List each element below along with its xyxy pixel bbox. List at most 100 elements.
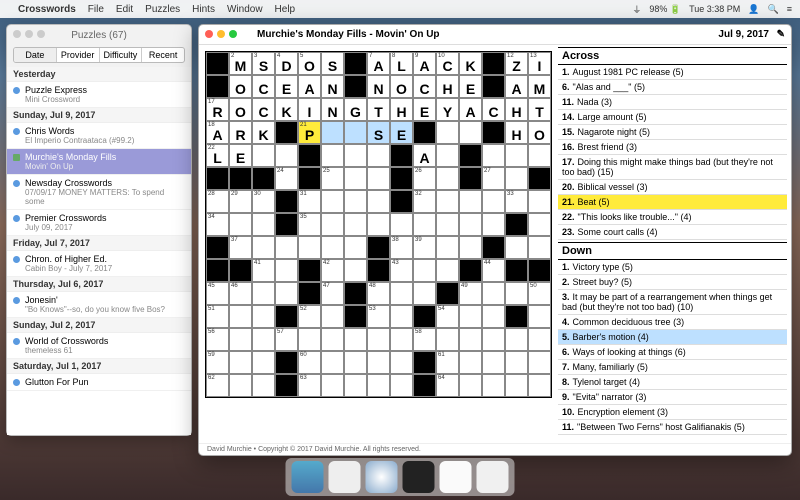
grid-cell[interactable]: 27 <box>482 167 505 190</box>
grid-cell[interactable] <box>367 144 390 167</box>
clue-item[interactable]: 2.Street buy? (5) <box>558 275 787 290</box>
menu-window[interactable]: Window <box>227 4 263 15</box>
clock[interactable]: Tue 3:38 PM <box>689 4 740 14</box>
grid-cell[interactable] <box>528 144 551 167</box>
grid-cell[interactable] <box>413 282 436 305</box>
grid-cell[interactable] <box>367 213 390 236</box>
grid-cell[interactable] <box>321 236 344 259</box>
grid-cell[interactable]: 57 <box>275 328 298 351</box>
grid-cell[interactable] <box>344 236 367 259</box>
grid-cell[interactable]: 29 <box>229 190 252 213</box>
grid-cell[interactable] <box>275 236 298 259</box>
clue-item[interactable]: 3.It may be part of a rearrangement when… <box>558 290 787 315</box>
grid-cell[interactable] <box>229 374 252 397</box>
grid-cell[interactable] <box>436 213 459 236</box>
grid-cell[interactable] <box>275 259 298 282</box>
grid-cell[interactable] <box>528 374 551 397</box>
dock-app-icon[interactable] <box>440 461 472 493</box>
grid-cell[interactable] <box>344 213 367 236</box>
grid-cell[interactable]: H <box>505 98 528 121</box>
menu-help[interactable]: Help <box>275 4 296 15</box>
grid-cell[interactable] <box>459 351 482 374</box>
puzzle-list-item[interactable]: Newsday Crosswords07/09/17 MONEY MATTERS… <box>7 175 191 210</box>
grid-cell[interactable]: 52 <box>298 305 321 328</box>
grid-cell[interactable]: 18A <box>206 121 229 144</box>
grid-cell[interactable]: 24 <box>275 167 298 190</box>
clue-item[interactable]: 6."Alas and ___" (5) <box>558 80 787 95</box>
grid-cell[interactable]: 63 <box>298 374 321 397</box>
grid-cell[interactable]: 46 <box>229 282 252 305</box>
window-traffic-lights[interactable] <box>205 30 237 38</box>
clue-item[interactable]: 16.Brest friend (3) <box>558 140 787 155</box>
grid-cell[interactable] <box>436 121 459 144</box>
grid-cell[interactable]: O <box>390 75 413 98</box>
clue-item[interactable]: 6.Ways of looking at things (6) <box>558 345 787 360</box>
grid-cell[interactable]: 32 <box>413 190 436 213</box>
puzzle-list-item[interactable]: Puzzle ExpressMini Crossword <box>7 82 191 108</box>
grid-cell[interactable] <box>390 282 413 305</box>
grid-cell[interactable]: H <box>505 121 528 144</box>
grid-cell[interactable] <box>321 213 344 236</box>
clue-item[interactable]: 5.Barber's motion (4) <box>558 330 787 345</box>
grid-cell[interactable] <box>367 167 390 190</box>
grid-cell[interactable] <box>482 374 505 397</box>
grid-cell[interactable]: 2M <box>229 52 252 75</box>
grid-cell[interactable] <box>482 351 505 374</box>
grid-cell[interactable]: 4D <box>275 52 298 75</box>
grid-cell[interactable] <box>252 305 275 328</box>
grid-cell[interactable] <box>367 351 390 374</box>
clue-item[interactable]: 14.Large amount (5) <box>558 110 787 125</box>
grid-cell[interactable]: 62 <box>206 374 229 397</box>
grid-cell[interactable]: 17R <box>206 98 229 121</box>
clue-item[interactable]: 4.Common deciduous tree (3) <box>558 315 787 330</box>
sort-tab-recent[interactable]: Recent <box>142 48 184 62</box>
grid-cell[interactable] <box>505 282 528 305</box>
grid-cell[interactable] <box>344 144 367 167</box>
grid-cell[interactable] <box>252 351 275 374</box>
grid-cell[interactable]: 48 <box>367 282 390 305</box>
grid-cell[interactable]: G <box>344 98 367 121</box>
clue-item[interactable]: 10.Encryption element (3) <box>558 405 787 420</box>
grid-cell[interactable]: C <box>252 98 275 121</box>
grid-cell[interactable] <box>344 167 367 190</box>
grid-cell[interactable]: A <box>413 144 436 167</box>
grid-cell[interactable]: I <box>298 98 321 121</box>
grid-cell[interactable]: K <box>459 52 482 75</box>
grid-cell[interactable]: O <box>528 121 551 144</box>
grid-cell[interactable] <box>436 328 459 351</box>
crossword-grid[interactable]: 2M3S4D5OS7A8L9A10CK12Z13IOCEANNOCHEAM17R… <box>205 51 552 398</box>
grid-cell[interactable] <box>482 190 505 213</box>
grid-cell[interactable] <box>390 213 413 236</box>
clue-item[interactable]: 1.Victory type (5) <box>558 260 787 275</box>
grid-cell[interactable] <box>436 190 459 213</box>
grid-cell[interactable] <box>367 190 390 213</box>
grid-cell[interactable]: 45 <box>206 282 229 305</box>
grid-cell[interactable]: 61 <box>436 351 459 374</box>
grid-cell[interactable] <box>436 259 459 282</box>
grid-cell[interactable] <box>344 121 367 144</box>
grid-cell[interactable] <box>505 236 528 259</box>
grid-cell[interactable]: 9A <box>413 52 436 75</box>
puzzle-list-item[interactable]: Premier CrosswordsJuly 09, 2017 <box>7 210 191 236</box>
grid-cell[interactable] <box>459 213 482 236</box>
grid-cell[interactable]: 41 <box>252 259 275 282</box>
grid-cell[interactable] <box>413 213 436 236</box>
grid-cell[interactable]: 26 <box>413 167 436 190</box>
grid-cell[interactable]: E <box>459 75 482 98</box>
puzzle-list-item[interactable]: Chris WordsEl Imperio Contraataca (#99.2… <box>7 123 191 149</box>
grid-cell[interactable]: 3S <box>252 52 275 75</box>
grid-cell[interactable]: S <box>321 52 344 75</box>
grid-cell[interactable]: C <box>413 75 436 98</box>
grid-cell[interactable]: 31 <box>298 190 321 213</box>
sidebar-sort-tabs[interactable]: DateProviderDifficultyRecent <box>13 47 185 63</box>
grid-cell[interactable]: 44 <box>482 259 505 282</box>
grid-cell[interactable]: E <box>390 121 413 144</box>
grid-cell[interactable] <box>344 374 367 397</box>
grid-cell[interactable]: 21P <box>298 121 321 144</box>
grid-cell[interactable]: 30 <box>252 190 275 213</box>
grid-cell[interactable]: 8L <box>390 52 413 75</box>
grid-cell[interactable]: 51 <box>206 305 229 328</box>
clue-item[interactable]: 9."Evita" narrator (3) <box>558 390 787 405</box>
menu-file[interactable]: File <box>88 4 104 15</box>
menu-edit[interactable]: Edit <box>116 4 133 15</box>
